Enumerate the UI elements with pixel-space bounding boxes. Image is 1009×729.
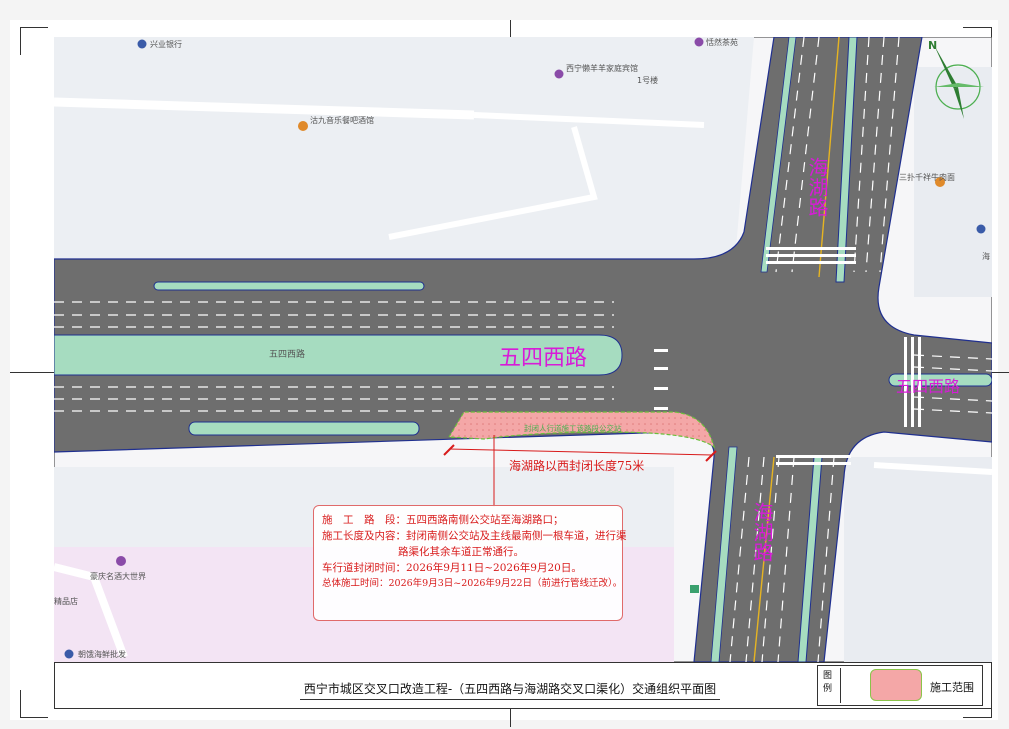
road-label-main: 五四西路 xyxy=(499,346,587,371)
poi-label: 海 xyxy=(982,251,990,261)
poi-label: 豪庆名酒大世界 xyxy=(90,571,146,581)
poi-label: 三扑千祥牛肉面 xyxy=(899,172,955,182)
svg-text:N: N xyxy=(928,39,937,52)
block-northeast xyxy=(914,67,992,297)
legend-label: 图例 xyxy=(823,671,833,694)
frame-mark xyxy=(20,690,21,718)
median-north xyxy=(153,281,425,291)
frame-mark xyxy=(510,709,511,727)
frame-mark xyxy=(510,20,511,38)
frame-mark xyxy=(963,27,991,28)
poi-label: 沽九音乐餐吧酒馆 xyxy=(310,115,374,125)
poi-label: 1号楼 xyxy=(637,75,658,85)
note-line: 施 工 路 段：五四西路南侧公交站至海湖路口； xyxy=(322,514,564,526)
note-line: 路渠化其余车道正常通行。 xyxy=(398,546,524,558)
poi-label: 西宁懒羊羊家庭宾馆 xyxy=(566,63,638,73)
road-label-north: 海湖路 xyxy=(805,157,829,217)
median-south xyxy=(188,421,420,436)
frame-mark xyxy=(20,27,21,55)
note-line: 车行道封闭时间：2026年9月11日~2026年9月20日。 xyxy=(322,562,582,574)
frame-mark xyxy=(963,717,991,718)
poi-label: 朝饿海鲜批发 xyxy=(78,649,126,659)
road-label-south: 海湖路 xyxy=(750,502,774,562)
frame-mark xyxy=(992,372,1009,373)
note-line: 总体施工时间：2026年9月3日~2026年9月22日（前进行管线迁改）。 xyxy=(322,578,623,589)
poi-label: 精品店 xyxy=(54,596,78,606)
frame-mark xyxy=(10,372,54,373)
frame-mark xyxy=(20,27,48,28)
closure-tag: 封闭人行道施工该路段公交站 xyxy=(524,423,622,433)
construction-note: 施 工 路 段：五四西路南侧公交站至海湖路口； 施工长度及内容：封闭南侧公交站及… xyxy=(313,505,627,621)
note-line: 施工长度及内容：封闭南侧公交站及主线最南侧一根车道，进行渠 xyxy=(322,530,627,542)
legend-swatch xyxy=(870,669,922,701)
legend-divider xyxy=(840,668,841,703)
poi-label: 兴业银行 xyxy=(150,39,182,49)
poi-label: 恬然茶苑 xyxy=(706,37,738,47)
road-label-east: 五四西路 xyxy=(896,377,960,396)
frame-mark xyxy=(20,717,48,718)
road-label-main-small: 五四西路 xyxy=(269,348,305,360)
block-southeast xyxy=(844,457,992,662)
block-northwest xyxy=(54,37,754,287)
closure-length-label: 海湖路以西封闭长度75米 xyxy=(509,458,644,473)
drawing-title: 西宁市城区交叉口改造工程-（五四西路与海湖路交叉口渠化）交通组织平面图 xyxy=(300,680,720,700)
drawing-sheet: N 兴业银行 恬然茶苑 西宁懒羊羊家庭宾馆 1号楼 沽九音乐餐吧酒馆 三扑千祥牛… xyxy=(0,0,1009,729)
legend-item-label: 施工范围 xyxy=(930,681,974,694)
bus-stop-icon xyxy=(690,585,699,593)
